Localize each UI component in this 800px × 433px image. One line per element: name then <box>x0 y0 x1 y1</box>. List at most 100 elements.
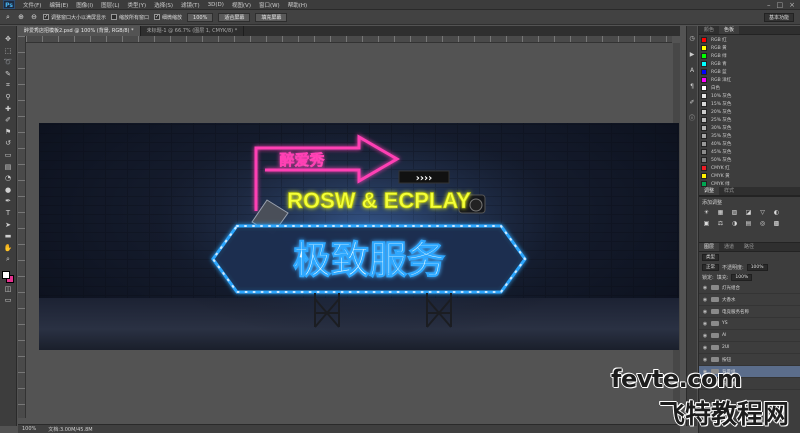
exposure-icon[interactable]: ◪ <box>744 209 753 217</box>
menu-type[interactable]: 类型(Y) <box>124 1 151 9</box>
tab-styles[interactable]: 样式 <box>719 187 739 195</box>
list-item[interactable]: 40% 灰色 <box>701 140 798 148</box>
curves-icon[interactable]: ▨ <box>730 209 739 217</box>
list-item[interactable]: RGB 红 <box>701 36 798 44</box>
actions-panel-icon[interactable]: ▶ <box>688 50 697 59</box>
eye-icon[interactable]: ◉ <box>702 333 708 339</box>
list-item[interactable]: 45% 灰色 <box>701 148 798 156</box>
list-item[interactable]: 10% 灰色 <box>701 92 798 100</box>
list-item[interactable]: CMYK 绿 <box>701 180 798 187</box>
list-item[interactable]: 20% 灰色 <box>701 108 798 116</box>
blend-mode-select[interactable]: 正常 <box>702 263 719 271</box>
menu-window[interactable]: 窗口(W) <box>255 1 284 9</box>
menu-view[interactable]: 视图(V) <box>228 1 255 9</box>
quick-select-tool-icon[interactable]: ✎ <box>2 69 14 80</box>
list-item[interactable]: CMYK 黄 <box>701 172 798 180</box>
zoom-all-windows-checkbox[interactable]: 缩放所有窗口 <box>111 14 149 21</box>
menu-layer[interactable]: 图层(L) <box>97 1 123 9</box>
maximize-icon[interactable]: □ <box>777 1 784 9</box>
dodge-tool-icon[interactable]: ● <box>2 185 14 196</box>
close-icon[interactable]: × <box>789 1 795 9</box>
menu-filter[interactable]: 滤镜(T) <box>177 1 204 9</box>
list-item[interactable]: 50% 灰色 <box>701 156 798 164</box>
paragraph-panel-icon[interactable]: ¶ <box>688 82 697 91</box>
list-item[interactable]: 25% 灰色 <box>701 116 798 124</box>
scrubby-zoom-checkbox[interactable]: ✓ 细微缩放 <box>154 14 182 21</box>
clone-stamp-icon[interactable]: ⚑ <box>2 127 14 138</box>
eye-icon[interactable]: ◉ <box>702 297 708 303</box>
marquee-tool-icon[interactable]: ⬚ <box>2 46 14 57</box>
layer-kind-select[interactable]: 类型 <box>702 253 719 261</box>
history-brush-icon[interactable]: ↺ <box>2 138 14 149</box>
tab-other-document[interactable]: 未标题-1 @ 66.7% (图层 1, CMYK/8) * <box>141 26 245 36</box>
layer-row[interactable]: ◉ 大香水 <box>699 294 800 306</box>
fit-screen-button[interactable]: 适合屏幕 <box>218 12 251 22</box>
foreground-color-swatch[interactable] <box>2 270 10 279</box>
layer-row[interactable]: ◉ 2UI <box>699 342 800 354</box>
eye-icon[interactable]: ◉ <box>702 357 708 363</box>
tab-paths[interactable]: 路径 <box>739 243 759 251</box>
menu-3d[interactable]: 3D(D) <box>204 2 228 8</box>
zoom-level[interactable]: 100% <box>22 426 36 432</box>
menu-file[interactable]: 文件(F) <box>19 1 45 9</box>
lasso-tool-icon[interactable]: ➰ <box>2 57 14 68</box>
layer-row[interactable]: ◉ 灯光组合 <box>699 282 800 294</box>
history-panel-icon[interactable]: ◷ <box>688 34 697 43</box>
info-panel-icon[interactable]: ⓘ <box>688 114 697 123</box>
color-balance-icon[interactable]: ▣ <box>702 220 711 228</box>
eye-icon[interactable]: ◉ <box>702 345 708 351</box>
eye-icon[interactable]: ◉ <box>702 309 708 315</box>
list-item[interactable]: RGB 青 <box>701 60 798 68</box>
zoom-out-icon[interactable]: ⊖ <box>30 13 38 21</box>
tab-color[interactable]: 颜色 <box>699 26 719 34</box>
resize-windows-checkbox[interactable]: ✓ 调整窗口大小以满屏显示 <box>43 14 106 21</box>
menu-select[interactable]: 选择(S) <box>150 1 177 9</box>
gradient-tool-icon[interactable]: ▤ <box>2 162 14 173</box>
eyedropper-tool-icon[interactable]: ⚲ <box>2 92 14 103</box>
list-item[interactable]: CMYK 红 <box>701 164 798 172</box>
list-item[interactable]: 白色 <box>701 84 798 92</box>
photo-filter-icon[interactable]: ◑ <box>730 220 739 228</box>
list-item[interactable]: 35% 灰色 <box>701 132 798 140</box>
list-item[interactable]: 15% 灰色 <box>701 100 798 108</box>
eye-icon[interactable]: ◉ <box>702 285 708 291</box>
menu-help[interactable]: 帮助(H) <box>284 1 311 9</box>
black-white-icon[interactable]: ⚖ <box>716 220 725 228</box>
color-swatches[interactable] <box>1 270 15 284</box>
layer-row[interactable]: ◉ 电竞服务名称 <box>699 306 800 318</box>
actual-pixels-button[interactable]: 100% <box>187 12 214 22</box>
invert-icon[interactable]: ▩ <box>772 220 781 228</box>
fill-screen-button[interactable]: 填充屏幕 <box>255 12 288 22</box>
list-item[interactable]: RGB 绿 <box>701 52 798 60</box>
minimize-icon[interactable]: – <box>767 1 771 9</box>
character-panel-icon[interactable]: A <box>688 66 697 75</box>
brush-panel-icon[interactable]: ✐ <box>688 98 697 107</box>
move-tool-icon[interactable]: ✥ <box>2 34 14 45</box>
fill-field[interactable]: 100% <box>731 273 753 281</box>
list-item[interactable]: RGB 洋红 <box>701 76 798 84</box>
layer-row[interactable]: ◉ AI <box>699 330 800 342</box>
screen-mode-icon[interactable]: ▭ <box>2 295 14 306</box>
hue-saturation-icon[interactable]: ◐ <box>772 209 781 217</box>
zoom-in-icon[interactable]: ⊕ <box>17 13 25 21</box>
tab-swatches[interactable]: 色板 <box>719 26 740 34</box>
brush-tool-icon[interactable]: ✐ <box>2 115 14 126</box>
levels-icon[interactable]: ▦ <box>716 209 725 217</box>
eraser-tool-icon[interactable]: ▭ <box>2 150 14 161</box>
path-select-icon[interactable]: ➤ <box>2 220 14 231</box>
blur-tool-icon[interactable]: ◔ <box>2 173 14 184</box>
crop-tool-icon[interactable]: ⌗ <box>2 80 14 91</box>
list-item[interactable]: 30% 灰色 <box>701 124 798 132</box>
canvas-image[interactable]: 醉爱秀 ›››› ROSW & ECPLAY 极致服务 <box>39 123 679 350</box>
workspace-select[interactable]: 基本功能 <box>763 12 794 22</box>
menu-image[interactable]: 图像(I) <box>72 1 97 9</box>
hand-tool-icon[interactable]: ✋ <box>2 243 14 254</box>
type-tool-icon[interactable]: T <box>2 208 14 219</box>
opacity-field[interactable]: 100% <box>746 263 768 271</box>
color-lookup-icon[interactable]: ◎ <box>758 220 767 228</box>
list-item[interactable]: RGB 蓝 <box>701 68 798 76</box>
menu-edit[interactable]: 编辑(E) <box>45 1 72 9</box>
tab-channels[interactable]: 通道 <box>719 243 739 251</box>
shape-tool-icon[interactable]: ▬ <box>2 231 14 242</box>
tab-active-document[interactable]: 醉爱秀店招模板2.psd @ 100% (背景, RGB/8) * <box>18 26 141 36</box>
